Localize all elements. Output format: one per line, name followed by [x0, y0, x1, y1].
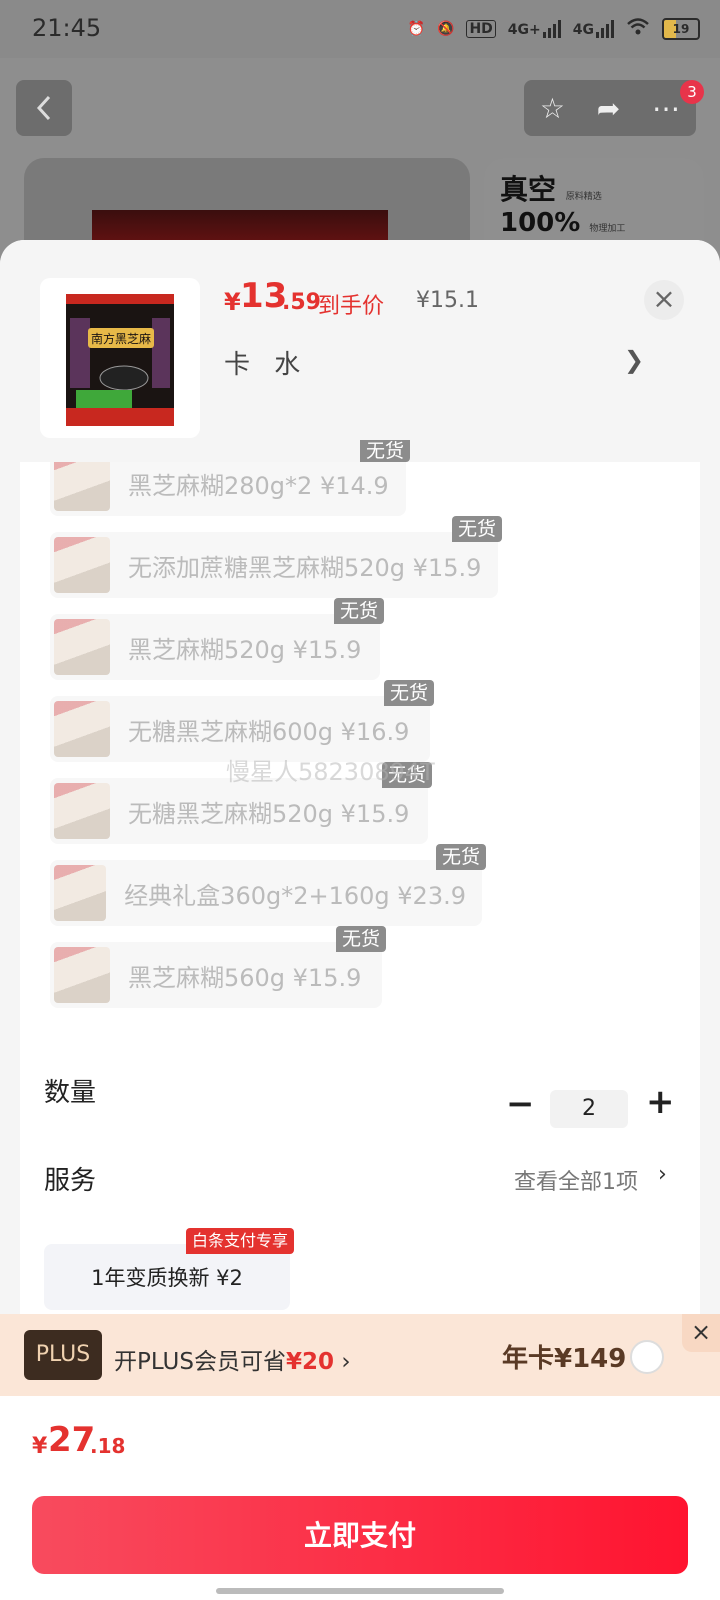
promo-line-1: 真空 原料精选	[500, 173, 602, 206]
final-price-label: 到手价	[318, 294, 385, 319]
option-thumbnail	[54, 947, 110, 1003]
spec-option[interactable]: 黑芝麻糊560g ¥15.9	[50, 942, 382, 1008]
price-integer: 13	[240, 276, 288, 316]
out-of-stock-badge: 无货	[360, 440, 411, 462]
out-of-stock-badge: 无货	[452, 516, 503, 542]
option-label: 无添加蔗糖黑芝麻糊520g ¥15.9	[128, 553, 482, 582]
out-of-stock-badge: 无货	[384, 680, 435, 706]
network-4g: 4G	[573, 20, 614, 38]
plus-select-radio[interactable]	[630, 1340, 664, 1374]
option-thumbnail	[54, 619, 110, 675]
spec-option[interactable]: 无糖黑芝麻糊520g ¥15.9	[50, 778, 428, 844]
total-currency: ¥	[32, 1434, 48, 1459]
out-of-stock-badge: 无货	[436, 844, 487, 870]
watermark: 慢星人58230894T	[226, 758, 435, 786]
out-of-stock-badge: 无货	[336, 926, 387, 952]
option-thumbnail	[54, 783, 110, 839]
service-label: 服务	[44, 1166, 97, 1196]
product-thumbnail: 南方黑芝麻	[40, 278, 200, 438]
option-label: 黑芝麻糊520g ¥15.9	[128, 635, 362, 664]
option-label: 经典礼盒360g*2+160g ¥23.9	[124, 881, 466, 910]
option-thumbnail	[54, 701, 110, 757]
service-exclusive-tag: 白条支付专享	[186, 1228, 295, 1254]
total-decimal: .18	[90, 1434, 126, 1458]
plus-logo: PLUS	[24, 1330, 102, 1380]
chevron-right-icon[interactable]: ›	[658, 1162, 667, 1187]
status-icons: ⏰ 🔕 HD 4G+ 4G 19	[408, 16, 700, 42]
star-icon[interactable]: ☆	[540, 92, 565, 125]
top-actions: ☆ ➦ ⋯	[524, 80, 696, 136]
plus-promo-link[interactable]: 开PLUS会员可省¥20 ›	[114, 1342, 351, 1376]
total-integer: 27	[48, 1420, 96, 1460]
option-thumbnail	[54, 865, 107, 921]
close-sheet-button[interactable]: ×	[644, 280, 684, 320]
quantity-increase-button[interactable]: +	[646, 1082, 675, 1122]
price-decimal: .59	[282, 290, 321, 315]
chevron-right-icon[interactable]: ❯	[624, 346, 644, 374]
spec-option[interactable]: 经典礼盒360g*2+160g ¥23.9	[50, 860, 482, 926]
plus-year-card-price: 年卡¥149	[502, 1344, 627, 1374]
option-thumbnail	[54, 455, 110, 511]
share-icon[interactable]: ➦	[597, 92, 620, 125]
quantity-decrease-button[interactable]: −	[506, 1084, 535, 1124]
cart-count-badge: 3	[680, 80, 704, 104]
mute-icon: 🔕	[437, 21, 455, 37]
more-icon[interactable]: ⋯	[652, 92, 680, 125]
back-button[interactable]	[16, 80, 72, 136]
close-plus-bar-button[interactable]: ×	[682, 1314, 720, 1352]
option-thumbnail	[54, 537, 110, 593]
wifi-icon	[626, 17, 650, 41]
option-label: 无糖黑芝麻糊600g ¥16.9	[128, 717, 410, 746]
home-indicator[interactable]	[216, 1588, 504, 1594]
alarm-icon: ⏰	[407, 21, 426, 37]
original-price: ¥15.1	[416, 288, 479, 313]
view-all-services-link[interactable]: 查看全部1项	[514, 1164, 638, 1196]
option-label: 黑芝麻糊280g*2 ¥14.9	[128, 471, 389, 500]
option-label: 无糖黑芝麻糊520g ¥15.9	[128, 799, 410, 828]
svg-text:南方黑芝麻: 南方黑芝麻	[91, 331, 151, 346]
hd-icon: HD	[466, 20, 496, 38]
quantity-label: 数量	[44, 1078, 97, 1108]
price-currency: ¥	[224, 288, 241, 316]
option-label: 黑芝麻糊560g ¥15.9	[128, 963, 362, 992]
spec-option[interactable]: 黑芝麻糊520g ¥15.9	[50, 614, 380, 680]
battery-icon: 19	[662, 18, 700, 40]
network-4g-plus: 4G+	[508, 20, 561, 38]
status-time: 21:45	[32, 14, 102, 42]
selected-spec[interactable]: 卡 水	[224, 344, 308, 381]
out-of-stock-badge: 无货	[334, 598, 385, 624]
spec-option[interactable]: 无添加蔗糖黑芝麻糊520g ¥15.9	[50, 532, 498, 598]
pay-now-button[interactable]: 立即支付	[32, 1496, 688, 1574]
promo-line-2: 100% 物理加工	[500, 208, 626, 238]
quantity-input[interactable]: 2	[550, 1090, 628, 1128]
chevron-left-icon	[36, 95, 51, 121]
